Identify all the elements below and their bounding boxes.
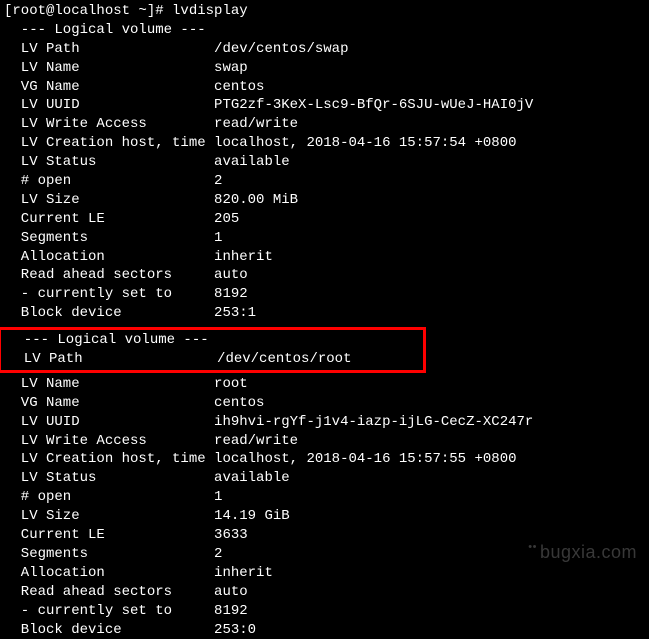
field-label: LV Size bbox=[4, 508, 206, 524]
shell-prompt: [root@localhost ~]# bbox=[4, 3, 172, 19]
field-value: 253:0 bbox=[214, 622, 256, 638]
field-label: LV Name bbox=[4, 60, 206, 76]
field-value: read/write bbox=[214, 433, 298, 449]
watermark-label: bugxia.com bbox=[540, 542, 637, 562]
field-row: LV Creation host, time localhost, 2018-0… bbox=[4, 134, 645, 153]
field-label: LV Status bbox=[4, 470, 206, 486]
field-row: Segments 1 bbox=[4, 229, 645, 248]
field-row: LV Name root bbox=[4, 375, 645, 394]
field-row: Allocation inherit bbox=[4, 564, 645, 583]
field-value: available bbox=[214, 154, 290, 170]
field-row: LV Write Access read/write bbox=[4, 432, 645, 451]
field-value: 8192 bbox=[214, 603, 248, 619]
field-row: LV Creation host, time localhost, 2018-0… bbox=[4, 450, 645, 469]
field-label: Current LE bbox=[4, 211, 206, 227]
field-label: - currently set to bbox=[4, 603, 206, 619]
field-label: Block device bbox=[4, 305, 206, 321]
field-label: LV Path bbox=[7, 351, 209, 367]
field-row: VG Name centos bbox=[4, 394, 645, 413]
watermark-text: ••bugxia.com bbox=[528, 540, 637, 564]
field-value: /dev/centos/root bbox=[217, 351, 351, 367]
field-value: PTG2zf-3KeX-Lsc9-BfQr-6SJU-wUeJ-HAI0jV bbox=[214, 97, 533, 113]
field-row: LV Write Access read/write bbox=[4, 115, 645, 134]
field-row: VG Name centos bbox=[4, 78, 645, 97]
field-value: 2 bbox=[214, 546, 222, 562]
watermark-dots-icon: •• bbox=[528, 541, 537, 553]
field-value: swap bbox=[214, 60, 248, 76]
field-value: centos bbox=[214, 79, 264, 95]
field-label: VG Name bbox=[4, 395, 206, 411]
field-value: available bbox=[214, 470, 290, 486]
field-label: # open bbox=[4, 489, 206, 505]
field-row: LV UUID ih9hvi-rgYf-j1v4-iazp-ijLG-CecZ-… bbox=[4, 413, 645, 432]
field-row: - currently set to 8192 bbox=[4, 285, 645, 304]
field-row: # open 2 bbox=[4, 172, 645, 191]
field-value: 205 bbox=[214, 211, 239, 227]
field-label: LV Path bbox=[4, 41, 206, 57]
field-row: - currently set to 8192 bbox=[4, 602, 645, 621]
field-row: LV UUID PTG2zf-3KeX-Lsc9-BfQr-6SJU-wUeJ-… bbox=[4, 96, 645, 115]
field-value: /dev/centos/swap bbox=[214, 41, 348, 57]
field-value: auto bbox=[214, 584, 248, 600]
field-row: LV Path /dev/centos/swap bbox=[4, 40, 645, 59]
field-label: Read ahead sectors bbox=[4, 267, 206, 283]
field-label: Block device bbox=[4, 622, 206, 638]
field-row: LV Status available bbox=[4, 469, 645, 488]
field-label: LV Name bbox=[4, 376, 206, 392]
field-value: localhost, 2018-04-16 15:57:54 +0800 bbox=[214, 135, 516, 151]
field-value: auto bbox=[214, 267, 248, 283]
field-row: LV Size 820.00 MiB bbox=[4, 191, 645, 210]
field-value: 820.00 MiB bbox=[214, 192, 298, 208]
field-label: LV Creation host, time bbox=[4, 135, 206, 151]
lv-header: --- Logical volume --- bbox=[7, 331, 417, 350]
field-value: localhost, 2018-04-16 15:57:55 +0800 bbox=[214, 451, 516, 467]
field-row: Read ahead sectors auto bbox=[4, 266, 645, 285]
field-row: LV Name swap bbox=[4, 59, 645, 78]
field-label: Allocation bbox=[4, 565, 206, 581]
field-value: root bbox=[214, 376, 248, 392]
field-value: 3633 bbox=[214, 527, 248, 543]
field-label: LV Write Access bbox=[4, 433, 206, 449]
field-label: LV UUID bbox=[4, 97, 206, 113]
field-label: LV Creation host, time bbox=[4, 451, 206, 467]
field-row: Read ahead sectors auto bbox=[4, 583, 645, 602]
field-value: 2 bbox=[214, 173, 222, 189]
field-label: LV Status bbox=[4, 154, 206, 170]
field-row: LV Size 14.19 GiB bbox=[4, 507, 645, 526]
field-value: 1 bbox=[214, 489, 222, 505]
field-label: LV Write Access bbox=[4, 116, 206, 132]
field-label: Read ahead sectors bbox=[4, 584, 206, 600]
field-label: - currently set to bbox=[4, 286, 206, 302]
field-value: read/write bbox=[214, 116, 298, 132]
field-label: LV UUID bbox=[4, 414, 206, 430]
field-label: VG Name bbox=[4, 79, 206, 95]
field-value: 14.19 GiB bbox=[214, 508, 290, 524]
field-row: Block device 253:0 bbox=[4, 621, 645, 639]
field-row: Current LE 205 bbox=[4, 210, 645, 229]
field-value: ih9hvi-rgYf-j1v4-iazp-ijLG-CecZ-XC247r bbox=[214, 414, 533, 430]
field-row: Allocation inherit bbox=[4, 248, 645, 267]
field-row: Block device 253:1 bbox=[4, 304, 645, 323]
field-value: centos bbox=[214, 395, 264, 411]
field-label: LV Size bbox=[4, 192, 206, 208]
field-label: Current LE bbox=[4, 527, 206, 543]
field-row: LV Status available bbox=[4, 153, 645, 172]
field-row: # open 1 bbox=[4, 488, 645, 507]
field-value: 253:1 bbox=[214, 305, 256, 321]
field-value: 8192 bbox=[214, 286, 248, 302]
terminal-prompt-line: [root@localhost ~]# lvdisplay bbox=[4, 2, 645, 21]
field-row-highlighted: LV Path /dev/centos/root bbox=[7, 350, 417, 369]
command-text: lvdisplay bbox=[172, 3, 248, 19]
field-label: # open bbox=[4, 173, 206, 189]
field-label: Segments bbox=[4, 230, 206, 246]
field-label: Allocation bbox=[4, 249, 206, 265]
field-label: Segments bbox=[4, 546, 206, 562]
highlighted-section: --- Logical volume --- LV Path /dev/cent… bbox=[0, 327, 426, 373]
field-value: inherit bbox=[214, 249, 273, 265]
field-value: 1 bbox=[214, 230, 222, 246]
lv-header: --- Logical volume --- bbox=[4, 21, 645, 40]
field-value: inherit bbox=[214, 565, 273, 581]
